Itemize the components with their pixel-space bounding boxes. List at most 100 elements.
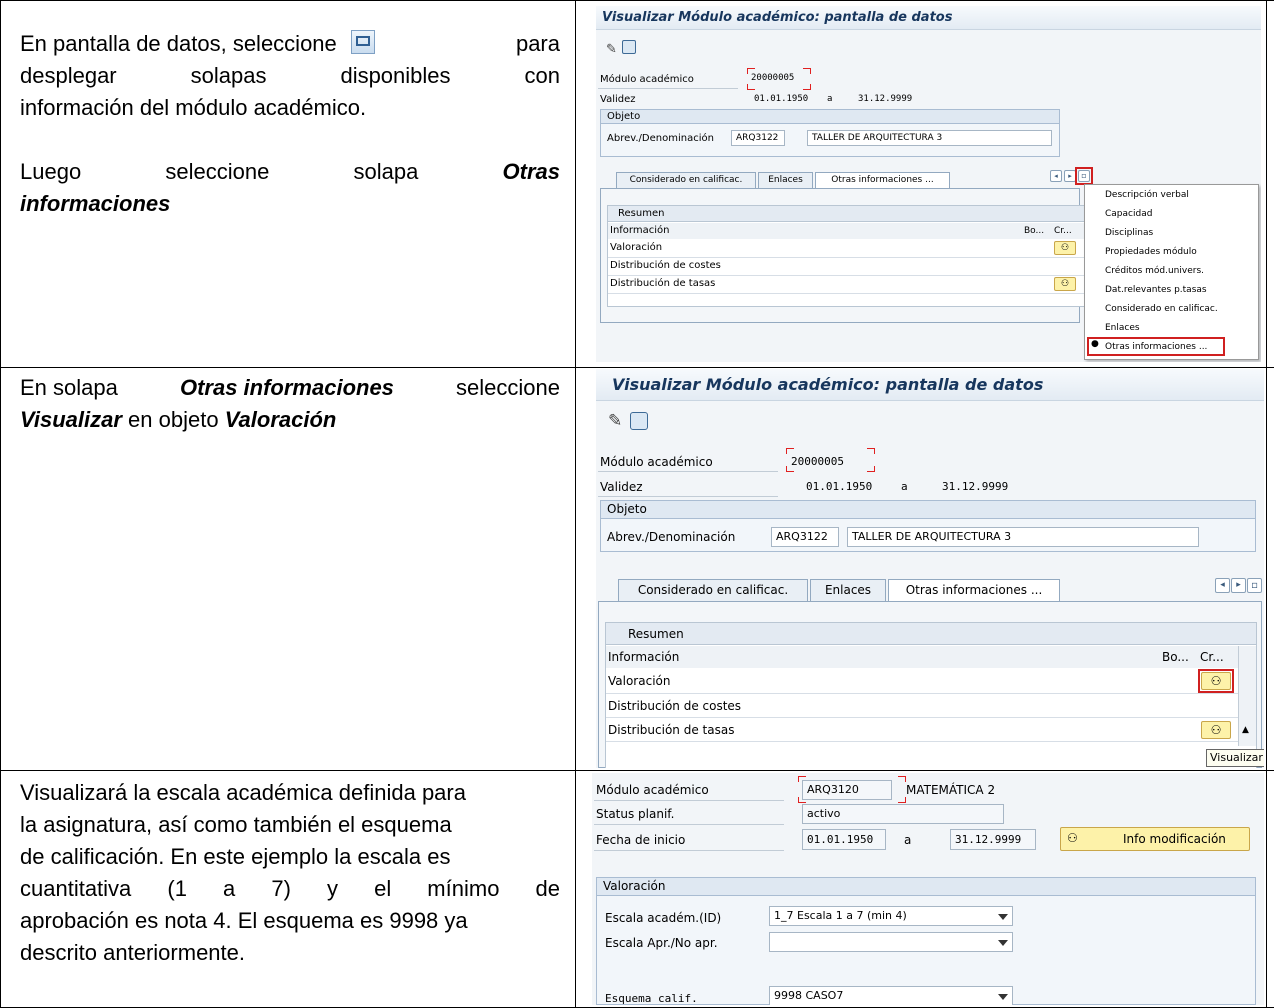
tab-panel: Resumen Información Bo... Cr... Valoraci… <box>598 601 1262 768</box>
modulo-label: Módulo académico <box>600 455 713 469</box>
visualizar-tooltip: Visualizar <box>1206 749 1264 767</box>
required-corner <box>898 797 906 803</box>
table-row: Valoración <box>610 242 663 253</box>
table-border-right <box>1266 0 1267 1008</box>
required-corner <box>798 797 806 803</box>
info-modificacion-button[interactable]: ⚇ Info modificación <box>1060 827 1250 851</box>
tab-list-button[interactable]: ▫ <box>1247 578 1262 593</box>
menu-item[interactable]: Enlaces <box>1085 323 1258 333</box>
table-border-left <box>0 0 1 1008</box>
required-corner <box>867 448 875 454</box>
tab-considerado[interactable]: Considerado en calificac. <box>616 172 756 188</box>
tab-otras-informaciones[interactable]: Otras informaciones ... <box>888 579 1060 601</box>
row-divider <box>608 293 1096 294</box>
scroll-up-icon[interactable]: ▲ <box>1242 725 1249 735</box>
dropdown-arrow-icon <box>998 914 1008 920</box>
fecha-from-field[interactable]: 01.01.1950 <box>802 829 886 850</box>
display-object-icon[interactable] <box>630 412 648 430</box>
menu-item[interactable]: Capacidad <box>1085 209 1258 219</box>
objeto-section: Objeto Abrev./Denominación ARQ3122 TALLE… <box>600 500 1256 552</box>
tab-list-menu: Descripción verbal Capacidad Disciplinas… <box>1084 184 1259 360</box>
instruction-line: En solapa Otras informaciones seleccione <box>20 372 560 404</box>
visualizar-highlight <box>1198 669 1234 693</box>
status-field[interactable]: activo <box>802 804 1004 824</box>
menu-item[interactable]: Disciplinas <box>1085 228 1258 238</box>
esquema-label: Esquema calif. <box>605 992 698 1005</box>
resumen-table: Resumen Información Bo... Cr... Valoraci… <box>605 622 1257 768</box>
label-underline <box>594 850 784 851</box>
escala-dropdown[interactable]: 1_7 Escala 1 a 7 (min 4) <box>769 906 1013 926</box>
validez-to: 31.12.9999 <box>858 94 913 104</box>
fecha-to-field[interactable]: 31.12.9999 <box>950 829 1036 850</box>
instruction-word: solapas <box>190 63 267 88</box>
display-object-icon[interactable] <box>622 40 636 54</box>
escala-label: Escala académ.(ID) <box>605 911 722 925</box>
instruction-word: solapa <box>353 159 419 184</box>
menu-item[interactable]: Dat.relevantes p.tasas <box>1085 285 1258 295</box>
visualizar-glasses-button[interactable]: ⚇ <box>1054 241 1076 255</box>
instruction-text: en objeto <box>128 407 219 432</box>
fecha-a: a <box>904 833 912 847</box>
instruction-word: seleccione <box>165 159 270 184</box>
visualizar-glasses-button[interactable]: ⚇ <box>1054 277 1076 291</box>
expand-tabs-icon <box>350 30 375 54</box>
tab-list-highlight <box>1075 167 1093 185</box>
status-label: Status planif. <box>596 807 675 821</box>
table-row-divider-2 <box>0 770 1274 771</box>
required-corner <box>867 466 875 472</box>
menu-item[interactable]: Propiedades módulo <box>1085 247 1258 257</box>
instruction-text: En solapa <box>20 375 118 400</box>
table-row: Distribución de costes <box>610 260 721 271</box>
table-border-middle <box>575 0 576 1008</box>
abrev-field[interactable]: ARQ3122 <box>731 130 785 146</box>
tab-scroll-left-button[interactable]: ◂ <box>1050 170 1062 182</box>
tab-considerado[interactable]: Considerado en calificac. <box>618 579 808 601</box>
info-modificacion-label: Info modificación <box>1123 832 1226 846</box>
denom-field[interactable]: TALLER DE ARQUITECTURA 3 <box>847 527 1199 547</box>
table-row: Valoración <box>608 674 671 688</box>
modulo-field[interactable]: ARQ3120 <box>802 780 892 800</box>
table-row: Distribución de tasas <box>608 723 735 737</box>
table-border-top <box>0 0 1274 1</box>
glasses-icon: ⚇ <box>1067 831 1078 845</box>
instruction-word: disponibles <box>340 63 451 88</box>
instruction-line: de calificación. En este ejemplo la esca… <box>20 844 451 869</box>
modulo-label: Módulo académico <box>596 783 709 797</box>
col-info-header: Información <box>608 223 1096 239</box>
menu-item[interactable]: Créditos mód.univers. <box>1085 266 1258 276</box>
label-underline <box>594 800 784 801</box>
abrev-field[interactable]: ARQ3122 <box>771 527 839 547</box>
tab-scroll-left-button[interactable]: ◂ <box>1215 578 1230 593</box>
instruction-cell-2: En solapa Otras informaciones seleccione… <box>20 372 560 436</box>
menu-item[interactable]: Descripción verbal <box>1085 190 1258 200</box>
modulo-name: MATEMÁTICA 2 <box>906 783 996 797</box>
validez-label: Validez <box>600 480 643 494</box>
valoracion-section: Valoración Escala académ.(ID) 1_7 Escala… <box>596 877 1256 1005</box>
menu-item[interactable]: Considerado en calificac. <box>1085 304 1258 314</box>
tab-otras-informaciones[interactable]: Otras informaciones ... <box>815 172 950 188</box>
tab-enlaces[interactable]: Enlaces <box>810 579 886 601</box>
sap-screenshot-2: Visualizar Módulo académico: pantalla de… <box>596 369 1264 768</box>
instruction-bold: Visualizar <box>20 407 122 432</box>
instruction-line: aprobación es nota 4. El esquema es 9998… <box>20 908 468 933</box>
tab-panel: Resumen Información Bo... Cr... Valoraci… <box>600 188 1097 323</box>
required-corner <box>786 466 794 472</box>
menu-selected-highlight <box>1087 337 1225 356</box>
apr-dropdown[interactable] <box>769 932 1013 952</box>
visualizar-glasses-button[interactable]: ⚇ <box>1201 721 1231 739</box>
required-corner <box>798 776 806 782</box>
tab-scroll-right-button[interactable]: ▸ <box>1231 578 1246 593</box>
denom-field[interactable]: TALLER DE ARQUITECTURA 3 <box>807 130 1052 146</box>
edit-pencil-icon[interactable]: ✎ <box>608 411 622 431</box>
edit-pencil-icon[interactable]: ✎ <box>606 42 617 57</box>
instruction-line: información del módulo académico. <box>20 95 367 120</box>
resumen-header: Resumen <box>606 623 1256 645</box>
instruction-cell-3: Visualizará la escala académica definida… <box>20 777 560 969</box>
tab-enlaces[interactable]: Enlaces <box>758 172 813 188</box>
instruction-text: para <box>515 31 560 56</box>
validez-to: 31.12.9999 <box>942 480 1009 493</box>
instruction-word: desplegar <box>20 63 117 88</box>
table-row: Distribución de tasas <box>610 278 716 289</box>
esquema-dropdown[interactable]: 9998 CASO7 <box>769 986 1013 1005</box>
instruction-text: En pantalla de datos, seleccione <box>20 31 337 56</box>
